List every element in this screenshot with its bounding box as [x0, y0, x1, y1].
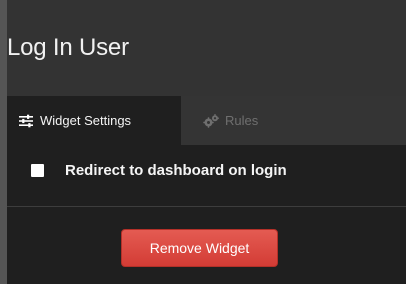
tab-rules[interactable]: Rules	[181, 96, 286, 145]
redirect-label: Redirect to dashboard on login	[65, 161, 287, 179]
gears-icon	[203, 113, 219, 128]
sliders-icon	[19, 114, 33, 127]
remove-widget-button[interactable]: Remove Widget	[121, 229, 278, 267]
tab-widget-settings-label: Widget Settings	[40, 113, 132, 128]
widget-title: Log In User	[7, 34, 129, 61]
redirect-checkbox[interactable]	[31, 163, 44, 177]
widget-header: Log In User	[7, 0, 406, 96]
content-divider	[7, 206, 406, 207]
tab-widget-settings[interactable]: Widget Settings	[7, 96, 181, 145]
widget-settings-content: Redirect to dashboard on login Remove Wi…	[7, 145, 406, 284]
widget-panel: Log In User Widget Settings Rules Redire…	[0, 0, 406, 284]
widget-tabs: Widget Settings Rules	[7, 96, 406, 145]
tab-rules-label: Rules	[225, 113, 259, 128]
redirect-option: Redirect to dashboard on login	[31, 158, 287, 182]
